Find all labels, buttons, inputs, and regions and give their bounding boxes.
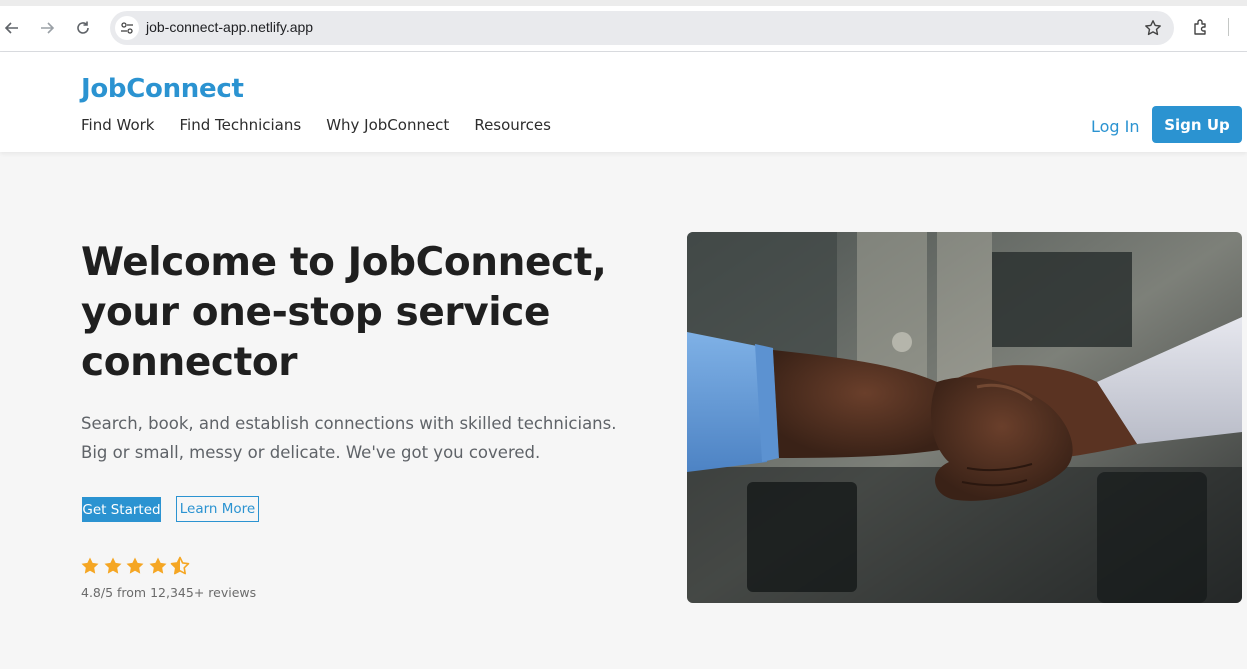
- nav-find-work[interactable]: Find Work: [81, 116, 154, 134]
- hero-title: Welcome to JobConnect, your one-stop ser…: [81, 240, 607, 385]
- login-link[interactable]: Log In: [1091, 117, 1140, 136]
- star-half-icon: [170, 556, 190, 575]
- site-info-icon[interactable]: [115, 16, 139, 40]
- star-full-icon: [126, 557, 144, 574]
- forward-arrow-icon[interactable]: [35, 16, 59, 40]
- bookmark-star-icon[interactable]: [1144, 19, 1162, 37]
- address-bar[interactable]: job-connect-app.netlify.app: [110, 11, 1174, 45]
- signup-button[interactable]: Sign Up: [1152, 106, 1242, 143]
- star-full-icon: [104, 557, 121, 574]
- back-arrow-icon[interactable]: [0, 16, 24, 40]
- main-nav: Find Work Find Technicians Why JobConnec…: [81, 116, 576, 134]
- rating-stars: [80, 556, 193, 576]
- hero-subtitle: Search, book, and establish connections …: [81, 414, 617, 462]
- star-full-icon: [81, 557, 99, 574]
- reload-icon[interactable]: [71, 16, 95, 40]
- site-header: JobConnect Find Work Find Technicians Wh…: [0, 52, 1247, 152]
- tab-strip: [0, 0, 1247, 6]
- reviews-text: 4.8/5 from 12,345+ reviews: [81, 585, 257, 600]
- learn-more-button[interactable]: Learn More: [176, 496, 259, 522]
- logo[interactable]: JobConnect: [81, 74, 244, 104]
- browser-toolbar: job-connect-app.netlify.app: [0, 0, 1247, 52]
- url-text[interactable]: job-connect-app.netlify.app: [146, 19, 313, 35]
- get-started-button[interactable]: Get Started: [82, 497, 161, 522]
- toolbar-divider: [1228, 18, 1229, 36]
- nav-why-jobconnect[interactable]: Why JobConnect: [326, 116, 449, 134]
- handshake-photo: [687, 232, 1242, 603]
- handshake-illustration: [687, 232, 1242, 603]
- nav-find-technicians[interactable]: Find Technicians: [179, 116, 301, 134]
- extensions-icon[interactable]: [1192, 18, 1210, 36]
- star-full-icon: [149, 557, 166, 574]
- nav-resources[interactable]: Resources: [474, 116, 551, 134]
